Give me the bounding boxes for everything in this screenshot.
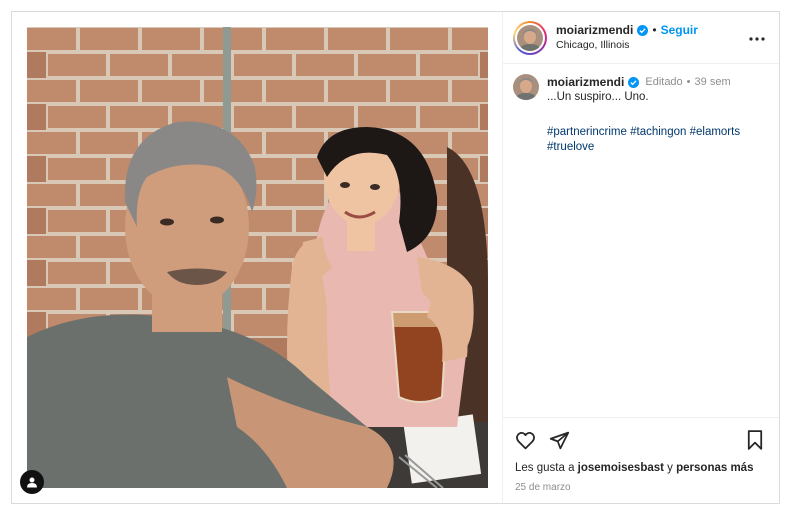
hashtag-link[interactable]: #partnerincrime xyxy=(547,126,627,138)
username-link[interactable]: moiarizmendi xyxy=(556,23,633,37)
post-header: moiarizmendi • Seguir Chicago, Illinois xyxy=(503,12,779,64)
time-ago[interactable]: 39 sem xyxy=(695,75,731,90)
caption-comment: moiarizmendi Editado • 39 sem ...Un susp… xyxy=(513,74,769,156)
avatar-image xyxy=(513,74,539,100)
likes-others-link[interactable]: personas más xyxy=(676,462,753,474)
edited-label: Editado xyxy=(645,75,683,88)
more-options-icon[interactable] xyxy=(749,30,765,44)
bookmark-icon[interactable] xyxy=(747,430,765,452)
follow-button[interactable]: Seguir xyxy=(661,23,698,37)
caption-username[interactable]: moiarizmendi xyxy=(547,74,624,90)
hashtags: #partnerincrime #tachingon #elamorts #tr… xyxy=(547,125,740,156)
share-icon[interactable] xyxy=(549,430,571,452)
liker-username[interactable]: josemoisesbast xyxy=(578,462,664,474)
location-link[interactable]: Chicago, Illinois xyxy=(556,39,698,52)
avatar xyxy=(517,24,543,51)
hashtag-link[interactable]: #truelove xyxy=(547,141,594,153)
tag-people-button[interactable] xyxy=(20,470,44,494)
caption-meta: moiarizmendi Editado • 39 sem xyxy=(547,74,740,90)
verified-badge-icon xyxy=(637,24,649,36)
heart-icon[interactable] xyxy=(515,430,537,452)
likes-summary: Les gusta a josemoisesbast y personas má… xyxy=(515,462,767,474)
separator-dot: • xyxy=(686,75,691,88)
caption-body: moiarizmendi Editado • 39 sem ...Un susp… xyxy=(547,74,740,156)
caption-avatar[interactable] xyxy=(513,74,539,100)
comments-section: moiarizmendi Editado • 39 sem ...Un susp… xyxy=(503,64,779,417)
likes-prefix: Les gusta a xyxy=(515,462,575,474)
caption-text: ...Un suspiro... Uno. xyxy=(547,91,649,104)
action-icons xyxy=(515,430,767,452)
verified-badge-icon xyxy=(628,76,640,88)
tag-people-icon xyxy=(27,477,37,488)
story-ring[interactable] xyxy=(513,20,547,55)
separator-dot: • xyxy=(652,23,657,37)
hashtag-link[interactable]: #elamorts xyxy=(690,126,741,138)
likes-middle: y xyxy=(667,462,673,474)
avatar-image xyxy=(517,24,543,51)
post-photo[interactable] xyxy=(27,27,488,488)
post-side-pane: moiarizmendi • Seguir Chicago, Illinois xyxy=(503,12,779,503)
instagram-post: moiarizmendi • Seguir Chicago, Illinois xyxy=(11,11,780,504)
header-text: moiarizmendi • Seguir Chicago, Illinois xyxy=(556,23,698,52)
actions-bar: Les gusta a josemoisesbast y personas má… xyxy=(503,417,779,503)
media-pane xyxy=(12,12,503,503)
post-date[interactable]: 25 de marzo xyxy=(515,482,767,493)
header-line: moiarizmendi • Seguir xyxy=(556,23,698,37)
story-ring-inner xyxy=(515,22,545,53)
hashtag-link[interactable]: #tachingon xyxy=(630,126,686,138)
photo-illustration xyxy=(27,27,488,488)
